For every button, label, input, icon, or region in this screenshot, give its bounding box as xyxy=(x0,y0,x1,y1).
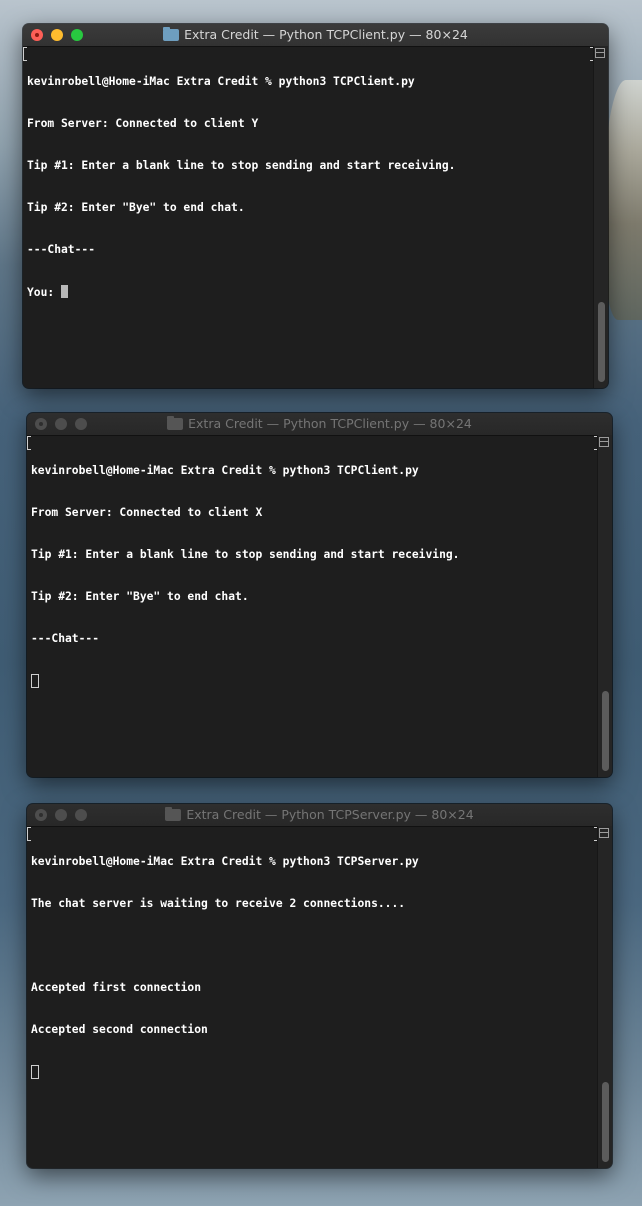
title-bar[interactable]: Extra Credit — Python TCPClient.py — 80×… xyxy=(27,413,612,436)
split-pane-icon[interactable] xyxy=(599,437,609,447)
terminal-line: ---Chat--- xyxy=(31,632,100,645)
split-pane-icon[interactable] xyxy=(599,828,609,838)
terminal-line: Accepted second connection xyxy=(31,1023,208,1036)
title-bar[interactable]: Extra Credit — Python TCPServer.py — 80×… xyxy=(27,804,612,827)
window-title: Extra Credit — Python TCPClient.py — 80×… xyxy=(23,24,608,46)
terminal-line: Tip #2: Enter "Bye" to end chat. xyxy=(31,590,249,603)
text-cursor[interactable] xyxy=(31,674,39,688)
terminal-window-client-y[interactable]: Extra Credit — Python TCPClient.py — 80×… xyxy=(23,24,608,388)
window-title: Extra Credit — Python TCPClient.py — 80×… xyxy=(27,413,612,435)
terminal-output[interactable]: kevinrobell@Home-iMac Extra Credit % pyt… xyxy=(27,47,588,388)
terminal-prompt-line: You: xyxy=(27,285,588,299)
terminal-line: Tip #1: Enter a blank line to stop sendi… xyxy=(27,159,456,172)
terminal-output[interactable]: kevinrobell@Home-iMac Extra Credit % pyt… xyxy=(31,436,592,777)
terminal-line: kevinrobell@Home-iMac Extra Credit % pyt… xyxy=(31,464,419,477)
vertical-scrollbar[interactable] xyxy=(597,435,612,777)
title-bar[interactable]: Extra Credit — Python TCPClient.py — 80×… xyxy=(23,24,608,47)
terminal-prompt-line xyxy=(31,1065,592,1079)
terminal-line: From Server: Connected to client Y xyxy=(27,117,259,130)
scrollbar-thumb[interactable] xyxy=(602,691,609,771)
terminal-line: Accepted first connection xyxy=(31,981,202,994)
terminal-window-server[interactable]: Extra Credit — Python TCPServer.py — 80×… xyxy=(27,804,612,1168)
scrollbar-thumb[interactable] xyxy=(602,1082,609,1162)
window-title: Extra Credit — Python TCPServer.py — 80×… xyxy=(27,804,612,826)
terminal-window-client-x[interactable]: Extra Credit — Python TCPClient.py — 80×… xyxy=(27,413,612,777)
text-cursor[interactable] xyxy=(31,1065,39,1079)
terminal-line: ---Chat--- xyxy=(27,243,96,256)
terminal-line: kevinrobell@Home-iMac Extra Credit % pyt… xyxy=(31,855,419,868)
terminal-output[interactable]: kevinrobell@Home-iMac Extra Credit % pyt… xyxy=(31,827,592,1168)
folder-icon xyxy=(167,416,184,430)
terminal-line: The chat server is waiting to receive 2 … xyxy=(31,897,406,910)
terminal-line: kevinrobell@Home-iMac Extra Credit % pyt… xyxy=(27,75,415,88)
split-pane-icon[interactable] xyxy=(595,48,605,58)
terminal-line: Tip #2: Enter "Bye" to end chat. xyxy=(27,201,245,214)
folder-icon xyxy=(165,807,182,821)
folder-icon xyxy=(163,27,180,41)
prompt-text: You: xyxy=(27,286,62,299)
scrollbar-thumb[interactable] xyxy=(598,302,605,382)
terminal-prompt-line xyxy=(31,674,592,688)
window-title-text: Extra Credit — Python TCPClient.py — 80×… xyxy=(188,416,472,431)
text-cursor[interactable] xyxy=(61,285,69,298)
terminal-line: From Server: Connected to client X xyxy=(31,506,263,519)
window-title-text: Extra Credit — Python TCPServer.py — 80×… xyxy=(186,807,474,822)
vertical-scrollbar[interactable] xyxy=(597,826,612,1168)
desktop-wallpaper-coast xyxy=(602,80,642,320)
terminal-line: Tip #1: Enter a blank line to stop sendi… xyxy=(31,548,460,561)
vertical-scrollbar[interactable] xyxy=(593,46,608,388)
window-title-text: Extra Credit — Python TCPClient.py — 80×… xyxy=(184,27,468,42)
